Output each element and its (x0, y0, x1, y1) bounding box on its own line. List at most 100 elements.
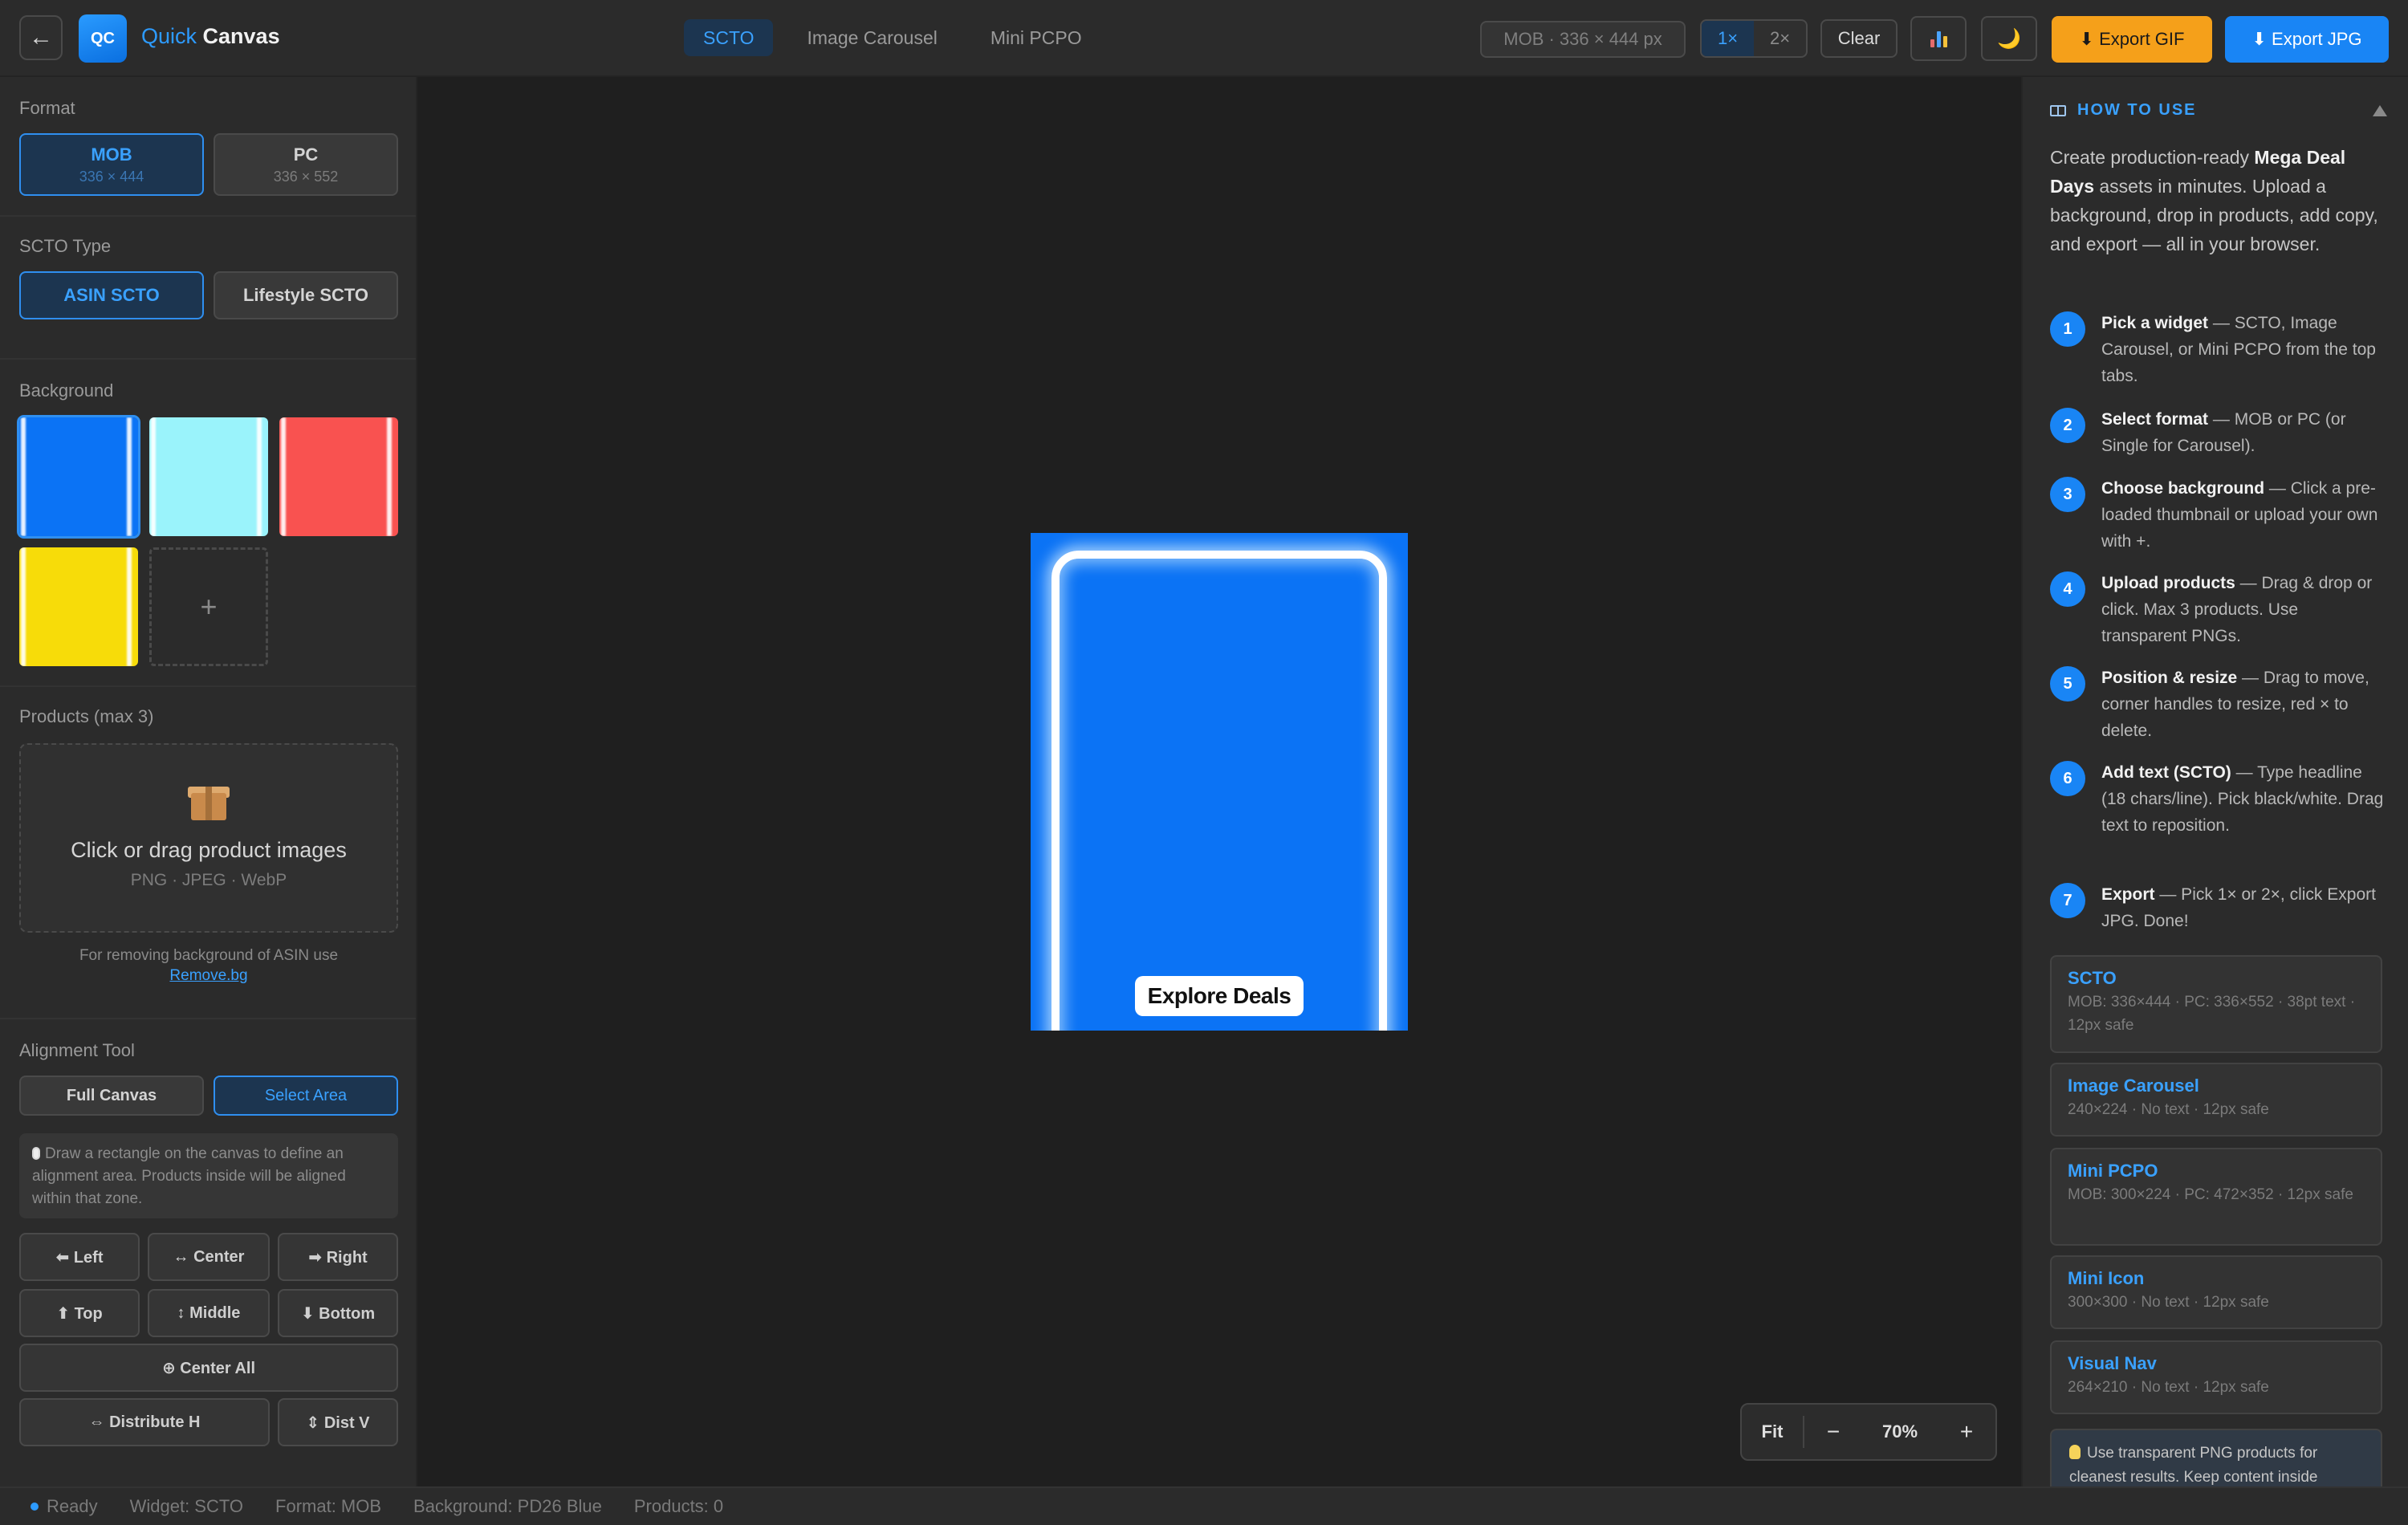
canvas-stage[interactable]: Explore Deals Fit − 70% + (417, 77, 2021, 1486)
divider (0, 685, 416, 687)
spec-card-image-carousel: Image Carousel 240×224 · No text · 12px s… (2050, 1063, 2382, 1137)
status-products: Products: 0 (633, 1496, 724, 1516)
center-all-button[interactable]: ⊕ Center All (19, 1344, 398, 1392)
zoom-out-button[interactable]: − (1804, 1419, 1862, 1445)
canvas-size-readout: MOB · 336 × 444 px (1480, 21, 1686, 58)
widget-tabs: SCTO Image Carousel Mini PCPO (684, 19, 1101, 56)
divider (0, 215, 416, 217)
back-button[interactable]: ← (19, 15, 63, 60)
format-mob-button[interactable]: MOB 336 × 444 (19, 133, 204, 196)
moon-icon: 🌙 (1997, 27, 2021, 50)
align-center-button[interactable]: ↔ Center (148, 1233, 270, 1281)
spec-card-visual-nav: Visual Nav 264×210 · No text · 12px safe (2050, 1340, 2382, 1414)
background-swatch-blue[interactable] (17, 415, 140, 539)
how-to-step: 2 Select format — MOB or PC (or Single fo… (2050, 406, 2387, 459)
stats-button[interactable] (1910, 16, 1967, 61)
format-pc-button[interactable]: PC 336 × 552 (214, 133, 398, 196)
how-to-step: 4 Upload products — Drag & drop or click.… (2050, 570, 2387, 649)
divider (0, 1018, 416, 1019)
status-widget: Widget: SCTO (129, 1496, 244, 1516)
lightbulb-icon (2069, 1445, 2081, 1459)
settings-sidebar: Format MOB 336 × 444 PC 336 × 552 SCTO T… (0, 77, 417, 1486)
dropzone-title: Click or drag product images (71, 838, 347, 862)
export-scale-toggle: 1× 2× (1700, 19, 1808, 58)
format-section-label: Format (19, 98, 75, 118)
book-icon (2050, 104, 2066, 116)
tab-scto[interactable]: SCTO (684, 19, 774, 56)
zoom-control: Fit − 70% + (1740, 1403, 1997, 1461)
how-to-step: 6 Add text (SCTO) — Type headline (18 cha… (2050, 759, 2387, 839)
export-gif-button[interactable]: ⬇ Export GIF (2052, 16, 2212, 63)
status-bar: Ready Widget: SCTO Format: MOB Backgroun… (0, 1486, 2408, 1525)
mouse-icon (32, 1147, 40, 1160)
top-bar: ← QC Quick Canvas SCTO Image Carousel Mi… (0, 0, 2408, 77)
remove-bg-link[interactable]: Remove.bg (169, 967, 247, 984)
status-format: Format: MOB (275, 1496, 382, 1516)
background-swatch-red[interactable] (279, 417, 398, 536)
background-swatch-yellow[interactable] (19, 547, 138, 666)
bar-chart-icon (1930, 30, 1947, 47)
step-number: 6 (2050, 761, 2085, 796)
lifestyle-scto-button[interactable]: Lifestyle SCTO (214, 271, 398, 319)
distribute-v-button[interactable]: ⇕ Dist V (278, 1398, 398, 1446)
select-area-button[interactable]: Select Area (214, 1076, 398, 1116)
divider (0, 358, 416, 360)
collapse-icon[interactable] (2373, 104, 2387, 116)
scale-2x-button[interactable]: 2× (1754, 21, 1806, 56)
clear-button[interactable]: Clear (1820, 19, 1898, 58)
zoom-fit-button[interactable]: Fit (1742, 1416, 1804, 1448)
package-icon (188, 782, 230, 822)
status-dot-icon (31, 1503, 39, 1511)
how-to-step: 3 Choose background — Click a pre-loaded … (2050, 475, 2387, 555)
add-background-button[interactable]: + (149, 547, 268, 666)
background-swatch-cyan[interactable] (149, 417, 268, 536)
step-number: 2 (2050, 408, 2085, 443)
explore-deals-cta[interactable]: Explore Deals (1135, 976, 1304, 1016)
remove-bg-note: For removing background of ASIN use Remo… (79, 947, 339, 984)
background-section-label: Background (19, 380, 114, 401)
zoom-in-button[interactable]: + (1938, 1419, 1995, 1445)
product-dropzone[interactable]: Click or drag product images PNG · JPEG … (19, 743, 398, 933)
step-number: 5 (2050, 666, 2085, 702)
scto-artboard[interactable]: Explore Deals (1031, 533, 1408, 1031)
asin-scto-button[interactable]: ASIN SCTO (19, 271, 204, 319)
step-number: 1 (2050, 311, 2085, 347)
scto-type-section-label: SCTO Type (19, 236, 112, 256)
how-to-title: HOW TO USE (2077, 101, 2197, 119)
products-section-label: Products (max 3) (19, 706, 154, 726)
distribute-h-button[interactable]: ⇔ Distribute H (19, 1398, 270, 1446)
alignment-hint: Draw a rectangle on the canvas to define… (19, 1133, 398, 1218)
theme-toggle-button[interactable]: 🌙 (1981, 16, 2037, 61)
tip-box: Use transparent PNG products for cleanes… (2050, 1429, 2382, 1486)
how-to-step: 7 Export — Pick 1× or 2×, click Export JP… (2050, 881, 2387, 934)
app-title: Quick Canvas (141, 24, 280, 48)
how-to-step: 1 Pick a widget — SCTO, Image Carousel, o… (2050, 310, 2387, 389)
step-number: 7 (2050, 883, 2085, 918)
how-to-step: 5 Position & resize — Drag to move, corne… (2050, 665, 2387, 744)
tab-mini-pcpo[interactable]: Mini PCPO (971, 19, 1101, 56)
dropzone-formats: PNG · JPEG · WebP (130, 871, 287, 889)
export-jpg-button[interactable]: ⬇ Export JPG (2225, 16, 2389, 63)
step-number: 4 (2050, 571, 2085, 607)
spec-card-mini-icon: Mini Icon 300×300 · No text · 12px safe (2050, 1255, 2382, 1329)
spec-card-mini-pcpo: Mini PCPO MOB: 300×224 · PC: 472×352 · 12… (2050, 1148, 2382, 1246)
back-arrow-icon: ← (29, 24, 53, 51)
step-number: 3 (2050, 477, 2085, 512)
full-canvas-button[interactable]: Full Canvas (19, 1076, 204, 1116)
align-top-button[interactable]: ⬆ Top (19, 1289, 140, 1337)
how-to-panel: HOW TO USE Create production-ready Mega … (2021, 77, 2408, 1486)
how-to-header[interactable]: HOW TO USE (2050, 101, 2387, 120)
how-to-intro: Create production-ready Mega Deal Days a… (2050, 147, 2378, 254)
zoom-level: 70% (1881, 1421, 1918, 1442)
align-right-button[interactable]: ➡ Right (278, 1233, 398, 1281)
status-background: Background: PD26 Blue (413, 1496, 602, 1516)
align-bottom-button[interactable]: ⬇ Bottom (278, 1289, 398, 1337)
align-left-button[interactable]: ⬅ Left (19, 1233, 140, 1281)
alignment-section-label: Alignment Tool (19, 1040, 135, 1060)
tab-image-carousel[interactable]: Image Carousel (787, 19, 956, 56)
align-middle-button[interactable]: ↕ Middle (148, 1289, 270, 1337)
app-logo: QC (79, 14, 127, 63)
scale-1x-button[interactable]: 1× (1702, 21, 1754, 56)
spec-card-scto: SCTO MOB: 336×444 · PC: 336×552 · 38pt te… (2050, 955, 2382, 1053)
glow-frame-decoration (1051, 551, 1387, 1031)
